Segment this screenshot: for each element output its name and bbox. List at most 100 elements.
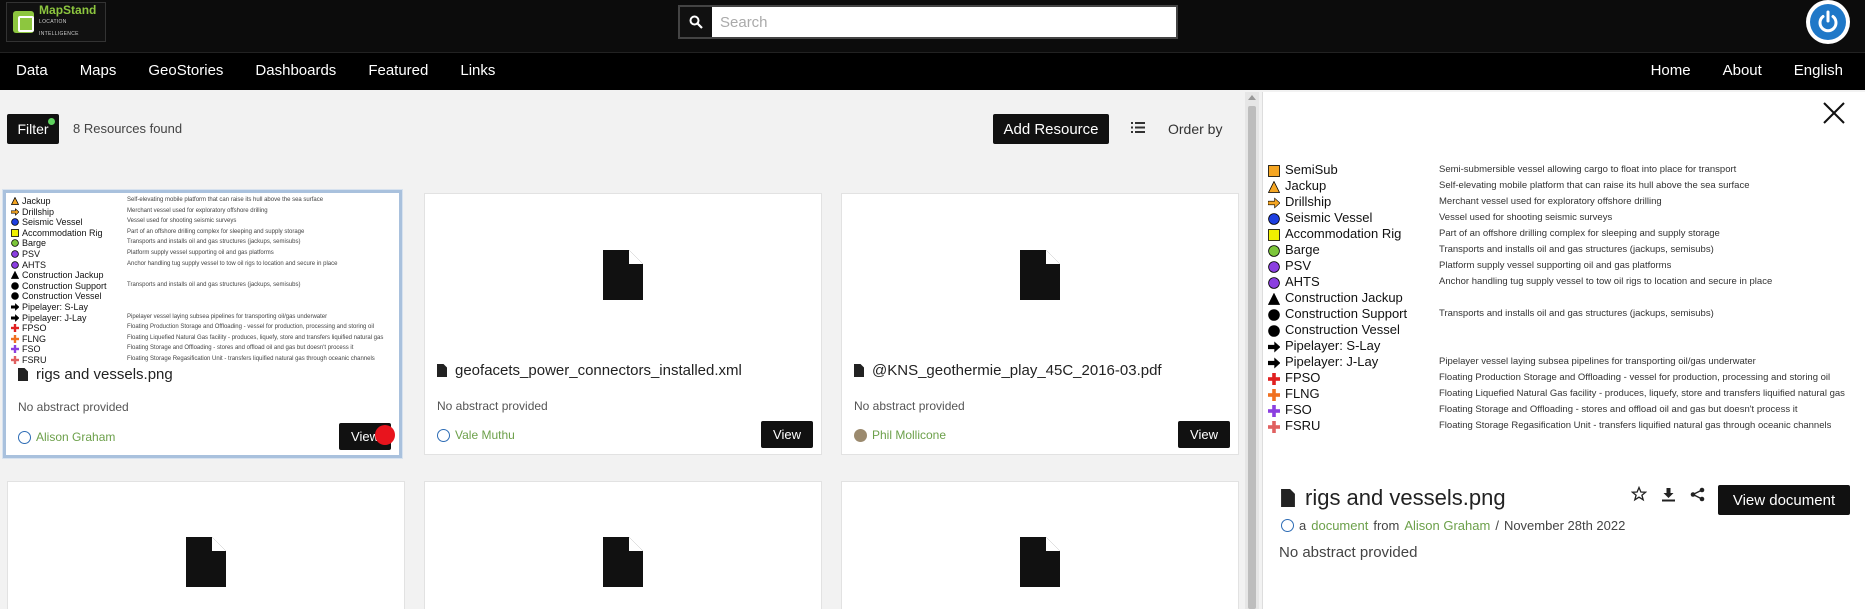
card-thumbnail — [425, 537, 821, 587]
legend-name: Pipelayer: J-Lay — [1285, 354, 1379, 369]
card-owner[interactable]: Phil Mollicone — [854, 428, 946, 442]
card-title[interactable]: geofacets_power_connectors_installed.xml — [455, 362, 742, 379]
card-thumbnail — [842, 194, 1238, 356]
legend-description: Pipelayer vessel laying subsea pipelines… — [127, 313, 328, 320]
search-button[interactable] — [680, 7, 712, 37]
nav-geostories[interactable]: GeoStories — [132, 53, 239, 91]
legend-description: Floating Storage and Offloading - stores… — [1439, 404, 1798, 415]
search-icon — [689, 15, 703, 29]
scroll-up-arrow-icon[interactable] — [1248, 95, 1256, 100]
results-scrollbar[interactable] — [1245, 92, 1259, 609]
card-title[interactable]: @KNS_geothermie_play_45C_2016-03.pdf — [872, 362, 1162, 379]
legend-description: Floating Storage Regasification Unit - t… — [127, 355, 375, 362]
nav-dashboards[interactable]: Dashboards — [239, 53, 352, 91]
legend-description: Part of an offshore drilling complex for… — [127, 228, 305, 235]
thumb-legend-row: Pipelayer: J-Lay Pipelayer vessel laying … — [10, 312, 401, 324]
nav-home[interactable]: Home — [1635, 53, 1707, 91]
panel-title: rigs and vessels.png — [1305, 485, 1506, 510]
document-placeholder-icon — [603, 250, 643, 300]
resources-count: 8 Resources found — [73, 121, 183, 136]
nav-maps[interactable]: Maps — [64, 53, 133, 91]
legend-name: FPSO — [22, 323, 47, 334]
circle-symbol-icon — [1268, 324, 1280, 337]
resource-card[interactable] — [424, 481, 822, 609]
view-button[interactable]: View — [761, 421, 813, 448]
legend-thumbnail-image: Jackup Self-elevating mobile platform tha… — [10, 196, 401, 366]
document-placeholder-icon — [603, 537, 643, 587]
cross-symbol-icon — [11, 355, 19, 364]
resource-type-link[interactable]: document — [1311, 518, 1368, 533]
list-view-icon[interactable] — [1131, 122, 1145, 133]
legend-description: Anchor handling tug supply vessel to tow… — [1439, 276, 1773, 287]
order-by-dropdown[interactable]: Order by — [1168, 121, 1222, 137]
legend-name: Pipelayer: J-Lay — [22, 312, 87, 323]
legend-description: Transports and installs oil and gas stru… — [1439, 308, 1714, 319]
resource-card[interactable]: geofacets_power_connectors_installed.xml… — [424, 193, 822, 455]
nav-data[interactable]: Data — [0, 53, 64, 91]
legend-description: Merchant vessel used for exploratory off… — [127, 207, 268, 214]
owner-avatar-icon — [437, 428, 450, 442]
filter-button[interactable]: Filter — [7, 114, 59, 144]
scroll-thumb[interactable] — [1248, 106, 1256, 609]
legend-name: FPSO — [1285, 370, 1321, 385]
preview-legend-row: Construction Jackup — [1267, 290, 1865, 306]
brand-name: MapStand — [39, 3, 97, 17]
user-avatar[interactable] — [1806, 0, 1850, 44]
preview-legend-row: PSV Platform supply vessel supporting oil… — [1267, 258, 1865, 274]
add-resource-button[interactable]: Add Resource — [993, 114, 1109, 144]
card-owner[interactable]: Alison Graham — [18, 430, 115, 444]
legend-description: Floating Liquefied Natural Gas facility … — [127, 334, 384, 341]
resource-card[interactable]: Jackup Self-elevating mobile platform tha… — [3, 190, 402, 458]
nav-links[interactable]: Links — [444, 53, 511, 91]
resource-card[interactable]: @KNS_geothermie_play_45C_2016-03.pdf No … — [841, 193, 1239, 455]
search-input[interactable] — [712, 7, 1176, 37]
legend-name: Construction Support — [22, 280, 107, 291]
thumb-legend-row: Jackup Self-elevating mobile platform tha… — [10, 196, 401, 207]
nav-featured[interactable]: Featured — [352, 53, 444, 91]
legend-description: Floating Storage Regasification Unit - t… — [1439, 420, 1832, 431]
resource-card[interactable] — [7, 481, 405, 609]
brand-logo[interactable]: MapStand LOCATION INTELLIGENCE — [6, 2, 106, 42]
owner-link[interactable]: Alison Graham — [1404, 518, 1490, 533]
close-icon[interactable] — [1821, 100, 1847, 126]
arrow-symbol-icon — [1267, 196, 1281, 209]
circle-symbol-icon — [11, 292, 19, 301]
star-icon[interactable] — [1631, 486, 1647, 502]
thumb-legend-row: Barge Transports and installs oil and gas… — [11, 238, 401, 249]
resource-detail-panel: SemiSub Semi-submersible vessel allowing … — [1262, 92, 1865, 609]
legend-description: Vessel used for shooting seismic surveys — [127, 218, 237, 225]
view-document-button[interactable]: View document — [1718, 485, 1850, 515]
owner-avatar-icon — [18, 430, 31, 444]
legend-name: FSO — [1285, 402, 1312, 417]
download-icon[interactable] — [1661, 487, 1676, 502]
legend-name: Drillship — [1285, 194, 1332, 209]
legend-name: Seismic Vessel — [1285, 210, 1373, 225]
legend-name: PSV — [1285, 258, 1312, 273]
arrow-symbol-icon — [10, 303, 20, 311]
circle-symbol-icon — [1268, 212, 1280, 225]
legend-name: Accommodation Rig — [22, 227, 103, 238]
language-select[interactable]: English — [1778, 53, 1865, 91]
thumb-legend-row: Construction Vessel — [11, 291, 401, 302]
thumb-legend-row: FSRU Floating Storage Regasification Unit… — [11, 355, 401, 366]
view-button[interactable]: View — [1178, 421, 1230, 448]
nav-about[interactable]: About — [1707, 53, 1778, 91]
preview-legend-row: Construction Vessel — [1267, 322, 1865, 338]
card-owner[interactable]: Vale Muthu — [437, 428, 515, 442]
resource-date: November 28th 2022 — [1503, 518, 1626, 533]
legend-name: Construction Support — [1285, 306, 1408, 321]
resource-card[interactable] — [841, 481, 1239, 609]
legend-description: Transports and installs oil and gas stru… — [127, 239, 301, 246]
circle-symbol-icon — [11, 239, 19, 248]
document-placeholder-icon — [1020, 250, 1060, 300]
triangle-symbol-icon — [1267, 180, 1281, 193]
circle-symbol-icon — [11, 218, 19, 226]
brand-tagline: LOCATION INTELLIGENCE — [39, 19, 79, 37]
resources-toolbar: Filter 8 Resources found Add Resource Or… — [0, 108, 1245, 148]
circle-symbol-icon — [11, 250, 19, 258]
thumb-legend-row: FLNG Floating Liquefied Natural Gas facil… — [11, 334, 401, 345]
card-title[interactable]: rigs and vessels.png — [36, 366, 173, 383]
card-abstract: No abstract provided — [437, 399, 548, 413]
legend-description: Semi-submersible vessel allowing cargo t… — [1439, 164, 1737, 175]
share-icon[interactable] — [1690, 487, 1705, 502]
